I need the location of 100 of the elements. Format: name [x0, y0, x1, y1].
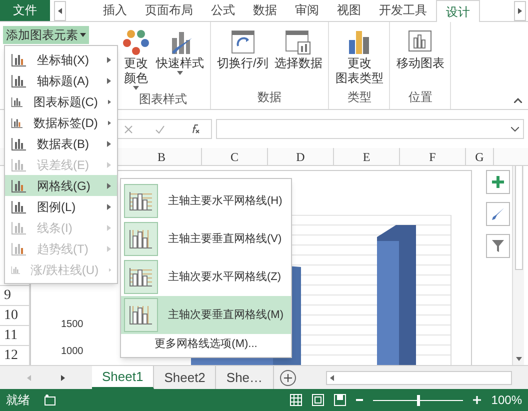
add-chart-element-button[interactable]: 添加图表元素: [3, 26, 89, 44]
column-header[interactable]: B: [122, 148, 202, 165]
menu-item[interactable]: 主轴次要水平网格线(Z): [121, 258, 291, 296]
column-header[interactable]: D: [268, 148, 334, 165]
scroll-right-button[interactable]: [514, 1, 526, 21]
row-header[interactable]: 10: [0, 305, 29, 325]
page-break-icon[interactable]: [334, 394, 346, 406]
ribbon-tab[interactable]: 页面布局: [136, 0, 202, 21]
ribbon-button[interactable]: 切换行/列: [215, 28, 270, 88]
ribbon-tab[interactable]: 公式: [202, 0, 244, 21]
menu-item[interactable]: 主轴主要水平网格线(H): [121, 182, 291, 220]
menu-item[interactable]: 更多网格线选项(M)...: [121, 334, 291, 354]
menu-item[interactable]: 网格线(G): [5, 175, 117, 196]
ribbon-button[interactable]: 更改 颜色: [120, 28, 152, 90]
menu-item[interactable]: 图表标题(C): [5, 91, 117, 112]
ribbon-button[interactable]: 快速样式: [154, 28, 206, 90]
button-label: 快速样式: [156, 56, 204, 71]
column-header[interactable]: E: [334, 148, 400, 165]
horizontal-scrollbar[interactable]: [326, 370, 512, 384]
button-label: 更改: [347, 56, 372, 71]
chart-element-icon: [11, 220, 27, 234]
menu-item[interactable]: 主轴主要垂直网格线(V): [121, 220, 291, 258]
menu-item-label: 轴标题(A): [37, 72, 90, 90]
macro-record-icon[interactable]: [44, 394, 56, 406]
caret-icon: [177, 71, 183, 75]
column-header[interactable]: F: [400, 148, 466, 165]
chart-filters-button[interactable]: [486, 234, 510, 258]
vertical-scrollbar[interactable]: [512, 166, 524, 365]
collapse-ribbon-icon[interactable]: [514, 98, 522, 103]
submenu-arrow-icon: [108, 120, 111, 126]
row-header[interactable]: 11: [0, 325, 29, 345]
chart-element-icon: [11, 116, 24, 130]
ribbon-button[interactable]: 移动图表: [394, 28, 446, 88]
menu-item-label: 网格线(G): [37, 178, 92, 194]
menu-item[interactable]: 数据表(B): [5, 133, 117, 154]
menu-item-label: 坐标轴(X): [37, 52, 90, 68]
ribbon-tab[interactable]: 数据: [244, 0, 286, 21]
ribbon-tab[interactable]: 设计: [436, 0, 480, 22]
file-tab[interactable]: 文件: [0, 0, 50, 21]
plus-icon: [492, 176, 504, 188]
menu-item-label: 线条(I): [37, 220, 74, 236]
chart-styles-button[interactable]: [486, 202, 510, 226]
column-header[interactable]: C: [202, 148, 268, 165]
formula-field[interactable]: [216, 119, 524, 139]
menu-item-label: 数据表(B): [37, 136, 90, 152]
submenu-arrow-icon: [107, 162, 111, 168]
filter-icon: [492, 240, 504, 252]
switch-rows-icon: [228, 28, 257, 56]
expand-icon[interactable]: [511, 126, 519, 132]
sheet-tab[interactable]: Sheet1: [92, 366, 154, 389]
ribbon-tab[interactable]: 开发工具: [370, 0, 436, 21]
chart-element-icon: [11, 94, 24, 108]
right-arrow-icon[interactable]: [61, 374, 65, 380]
axis-label: 1500: [61, 318, 84, 332]
zoom-level[interactable]: 100%: [491, 391, 522, 409]
down-arrow-icon: [516, 357, 522, 361]
ribbon-tab[interactable]: 审阅: [286, 0, 328, 21]
chart-element-icon: [11, 200, 27, 214]
chart-element-icon: [11, 242, 27, 256]
button-label: 更改: [124, 56, 148, 71]
menu-item-label: 主轴主要垂直网格线(V): [168, 232, 282, 247]
column-header[interactable]: G: [466, 148, 494, 165]
zoom-slider-thumb[interactable]: [417, 394, 420, 406]
submenu-arrow-icon: [107, 246, 111, 252]
caret-icon: [80, 33, 86, 37]
chart-element-icon: [11, 136, 27, 150]
scroll-left-button[interactable]: [54, 1, 66, 21]
row-header[interactable]: 9: [0, 285, 29, 305]
new-sheet-button[interactable]: [280, 370, 296, 386]
brush-icon: [491, 207, 505, 221]
axis-label: 1000: [61, 345, 84, 359]
normal-view-icon[interactable]: [290, 394, 302, 406]
add-element-button[interactable]: [486, 170, 510, 194]
menu-item-label: 主轴次要垂直网格线(M): [168, 308, 284, 323]
menu-item[interactable]: 轴标题(A): [5, 70, 117, 91]
ribbon-tab[interactable]: 插入: [94, 0, 136, 21]
chart-element-icon: [11, 178, 27, 192]
gridlines-chart-icon: [128, 304, 154, 326]
menu-item-label: 图表标题(C): [33, 94, 98, 110]
button-label: 颜色: [124, 71, 148, 86]
submenu-arrow-icon: [107, 56, 111, 62]
menu-item-label: 主轴主要水平网格线(H): [168, 194, 282, 209]
ribbon-tab[interactable]: 视图: [328, 0, 370, 21]
zoom-in-icon[interactable]: [473, 396, 482, 404]
ribbon-button[interactable]: 更改 图表类型: [333, 28, 386, 88]
ribbon-button[interactable]: 选择数据: [272, 28, 324, 88]
submenu-arrow-icon: [107, 182, 111, 188]
check-icon[interactable]: [155, 124, 166, 134]
submenu-arrow-icon: [107, 140, 111, 146]
menu-item[interactable]: 主轴次要垂直网格线(M): [121, 296, 291, 334]
left-arrow-icon: [330, 374, 334, 380]
button-label: 图表类型: [335, 71, 384, 86]
group-label: 类型: [347, 89, 372, 106]
menu-item-label: 趋势线(T): [37, 240, 90, 258]
chart-element-icon: [11, 52, 27, 66]
menu-item[interactable]: 坐标轴(X): [5, 49, 117, 70]
group-label: 位置: [408, 89, 432, 106]
page-layout-icon[interactable]: [312, 394, 324, 406]
menu-item[interactable]: 数据标签(D): [5, 112, 117, 133]
submenu-arrow-icon: [107, 224, 111, 230]
